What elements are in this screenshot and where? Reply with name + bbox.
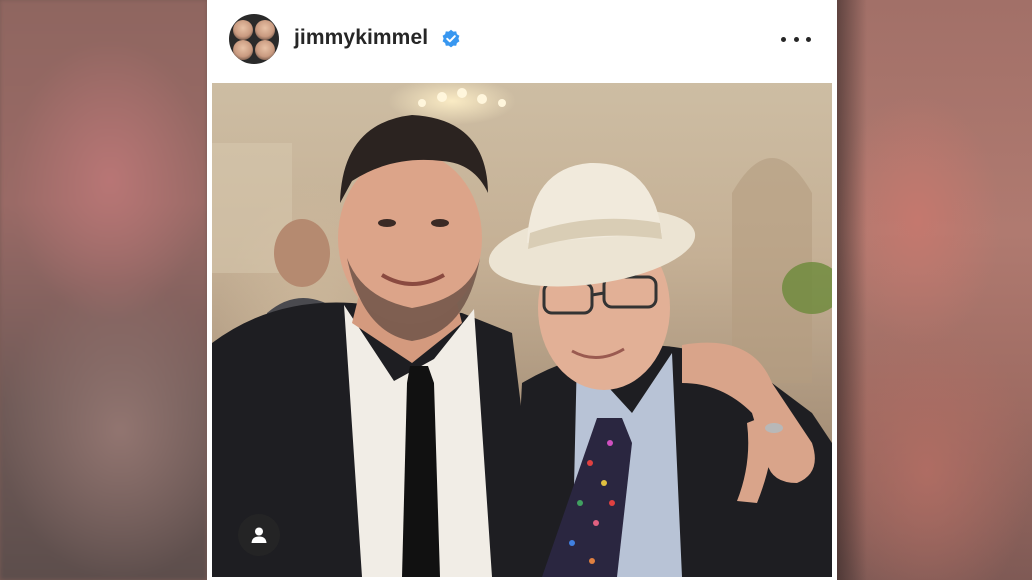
blurred-background-left bbox=[0, 0, 207, 580]
post-photo bbox=[212, 83, 832, 577]
user-tag-button[interactable] bbox=[238, 514, 280, 556]
photo-illustration bbox=[212, 88, 832, 577]
user-tag-icon bbox=[251, 527, 267, 543]
card-shadow bbox=[837, 0, 867, 580]
instagram-post-card: jimmykimmel bbox=[207, 0, 837, 580]
post-username[interactable]: jimmykimmel bbox=[294, 26, 428, 50]
profile-avatar[interactable] bbox=[229, 14, 279, 64]
post-header: jimmykimmel bbox=[207, 0, 837, 82]
more-options-icon[interactable] bbox=[781, 27, 811, 51]
verified-badge-icon bbox=[442, 29, 460, 48]
